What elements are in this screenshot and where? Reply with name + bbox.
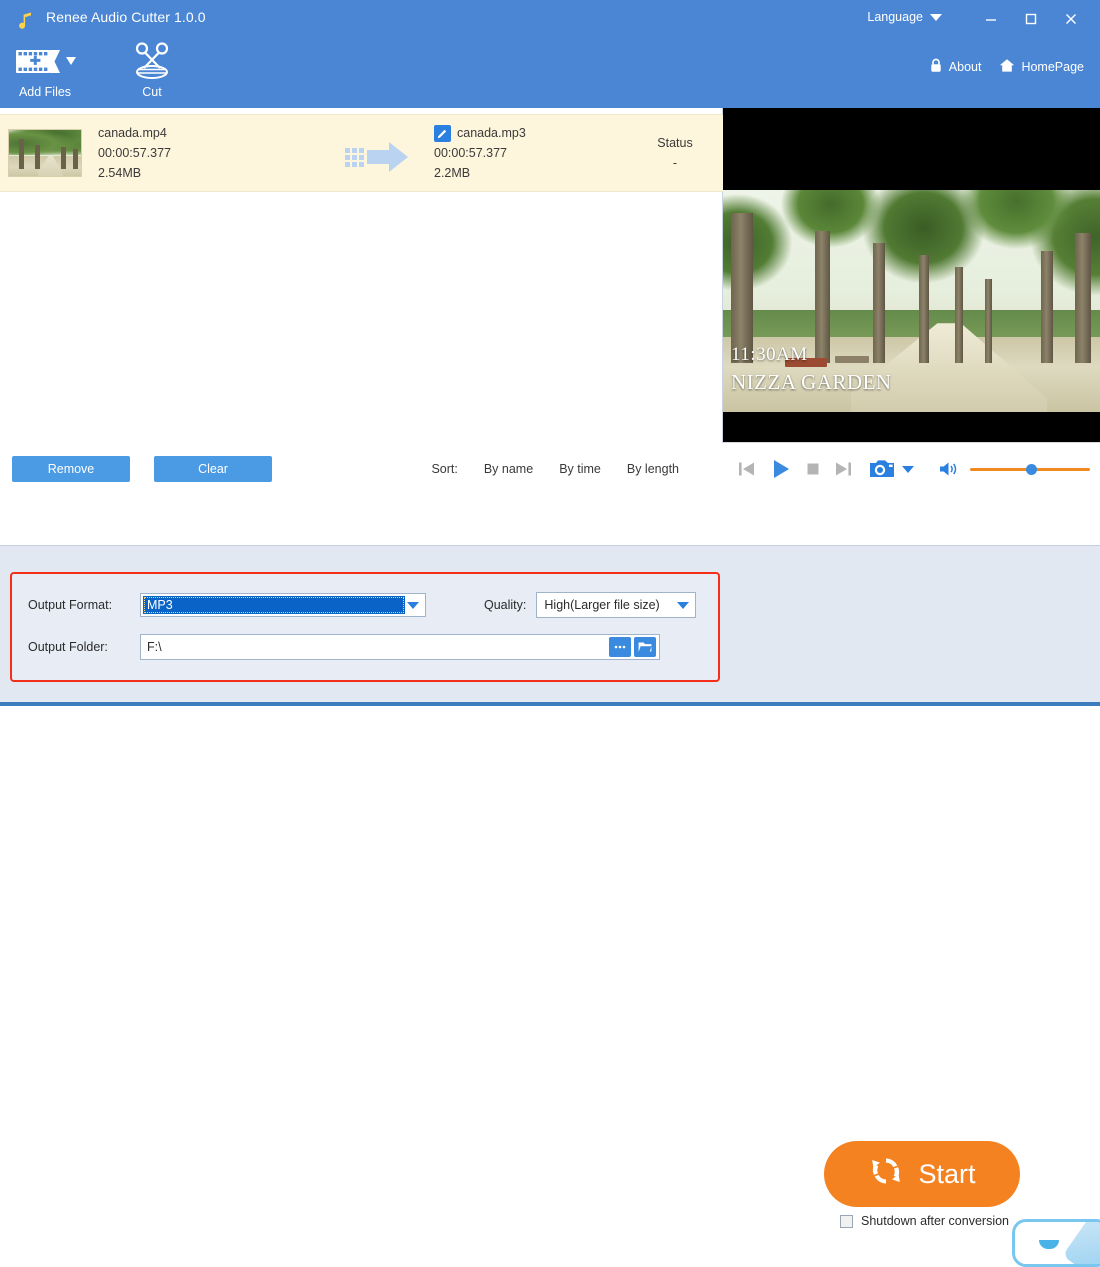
chevron-down-icon <box>902 466 914 473</box>
clear-button[interactable]: Clear <box>154 456 272 482</box>
output-settings-panel: Output Format: MP3 Quality: High(Larger … <box>0 545 1100 706</box>
source-file-duration: 00:00:57.377 <box>98 143 338 163</box>
shutdown-label: Shutdown after conversion <box>861 1214 1009 1228</box>
cut-button[interactable]: Cut <box>130 42 174 99</box>
chevron-down-icon <box>677 602 689 609</box>
output-folder-input[interactable]: F:\ <box>140 634 660 660</box>
target-file-name: canada.mp3 <box>457 123 526 143</box>
start-button[interactable]: Start <box>824 1141 1020 1207</box>
target-file-size: 2.2MB <box>434 163 624 183</box>
stop-icon[interactable] <box>805 461 821 477</box>
open-folder-button[interactable] <box>634 637 656 657</box>
sort-by-time[interactable]: By time <box>559 462 601 476</box>
output-folder-value: F:\ <box>147 640 162 654</box>
start-label: Start <box>918 1159 975 1190</box>
play-icon[interactable] <box>769 457 793 481</box>
app-window: Renee Audio Cutter 1.0.0 Language <box>0 0 1100 706</box>
quality-select[interactable]: High(Larger file size) <box>536 592 696 618</box>
app-header: Renee Audio Cutter 1.0.0 Language <box>0 0 1100 108</box>
remove-button[interactable]: Remove <box>12 456 130 482</box>
title-bar: Renee Audio Cutter 1.0.0 Language <box>0 0 1100 38</box>
status-badge: - <box>630 153 720 173</box>
close-icon[interactable] <box>1056 6 1086 32</box>
output-folder-row: Output Folder: F:\ <box>28 634 660 660</box>
browse-button[interactable] <box>609 637 631 657</box>
video-stage[interactable]: 11:30AM NIZZA GARDEN <box>723 190 1100 412</box>
overlay-time: 11:30AM <box>731 342 892 368</box>
home-icon <box>999 58 1015 76</box>
chevron-down-icon <box>402 595 424 615</box>
pen-icon <box>1062 1219 1100 1267</box>
status-header: Status <box>630 133 720 153</box>
target-file-info: canada.mp3 00:00:57.377 2.2MB <box>434 123 624 183</box>
minimize-icon[interactable] <box>976 6 1006 32</box>
add-files-button[interactable]: Add Files <box>14 42 76 99</box>
source-file-size: 2.54MB <box>98 163 338 183</box>
checkbox-box[interactable] <box>840 1215 853 1228</box>
sort-by-length[interactable]: By length <box>627 462 679 476</box>
output-settings-highlight: Output Format: MP3 Quality: High(Larger … <box>10 572 720 682</box>
about-label: About <box>949 60 982 74</box>
video-text-overlay: 11:30AM NIZZA GARDEN <box>731 342 892 396</box>
window-footer-accent <box>0 702 1100 706</box>
sort-label: Sort: <box>431 462 457 476</box>
volume-slider[interactable] <box>970 461 1090 477</box>
file-list-panel: canada.mp4 00:00:57.377 2.54MB can <box>0 108 723 495</box>
sort-by-name[interactable]: By name <box>484 462 533 476</box>
folder-open-icon <box>638 641 652 653</box>
shutdown-after-conversion-checkbox[interactable]: Shutdown after conversion <box>840 1214 1009 1228</box>
cut-label: Cut <box>142 85 161 99</box>
header-links: About HomePage <box>929 58 1084 76</box>
maximize-icon[interactable] <box>1016 6 1046 32</box>
window-controls <box>976 6 1086 32</box>
quality-label: Quality: <box>484 598 526 612</box>
source-file-info: canada.mp4 00:00:57.377 2.54MB <box>98 123 338 183</box>
chat-face-icon <box>1039 1240 1059 1249</box>
output-format-label: Output Format: <box>28 598 140 612</box>
support-chat-widget[interactable] <box>1012 1219 1100 1267</box>
output-format-select[interactable]: MP3 <box>140 593 426 617</box>
skip-next-icon[interactable] <box>833 459 853 479</box>
output-format-row: Output Format: MP3 Quality: High(Larger … <box>28 592 696 618</box>
language-label: Language <box>867 10 923 24</box>
music-note-icon <box>14 8 38 32</box>
volume-knob[interactable] <box>1026 464 1037 475</box>
chat-inner-panel <box>1021 1228 1100 1267</box>
output-format-value: MP3 <box>143 596 405 614</box>
list-action-bar: Remove Clear Sort: By name By time By le… <box>0 443 723 495</box>
quality-value: High(Larger file size) <box>544 598 659 612</box>
ellipsis-icon <box>613 644 627 650</box>
player-controls <box>723 442 1100 495</box>
status-column: Status - <box>630 133 720 173</box>
skip-previous-icon[interactable] <box>737 459 757 479</box>
video-preview-panel: 11:30AM NIZZA GARDEN <box>723 108 1100 495</box>
arrow-right-icon <box>345 141 409 173</box>
edit-pencil-icon[interactable] <box>434 125 451 142</box>
output-folder-label: Output Folder: <box>28 640 140 654</box>
sort-controls: Sort: By name By time By length <box>431 462 679 476</box>
scissors-cut-icon <box>130 42 174 80</box>
refresh-circular-icon <box>868 1153 904 1196</box>
source-file-name: canada.mp4 <box>98 123 338 143</box>
about-link[interactable]: About <box>929 58 982 76</box>
add-files-label: Add Files <box>19 85 71 99</box>
homepage-link[interactable]: HomePage <box>999 58 1084 76</box>
overlay-place: NIZZA GARDEN <box>731 368 892 396</box>
app-title: Renee Audio Cutter 1.0.0 <box>46 9 206 25</box>
snapshot-button[interactable] <box>869 458 914 480</box>
target-file-duration: 00:00:57.377 <box>434 143 624 163</box>
chevron-down-icon <box>930 14 942 21</box>
speaker-icon[interactable] <box>938 459 960 479</box>
lock-icon <box>929 58 943 76</box>
table-row[interactable]: canada.mp4 00:00:57.377 2.54MB can <box>0 114 723 192</box>
video-thumbnail <box>8 129 82 177</box>
homepage-label: HomePage <box>1021 60 1084 74</box>
language-selector[interactable]: Language <box>867 10 942 24</box>
add-files-film-icon <box>14 42 76 80</box>
